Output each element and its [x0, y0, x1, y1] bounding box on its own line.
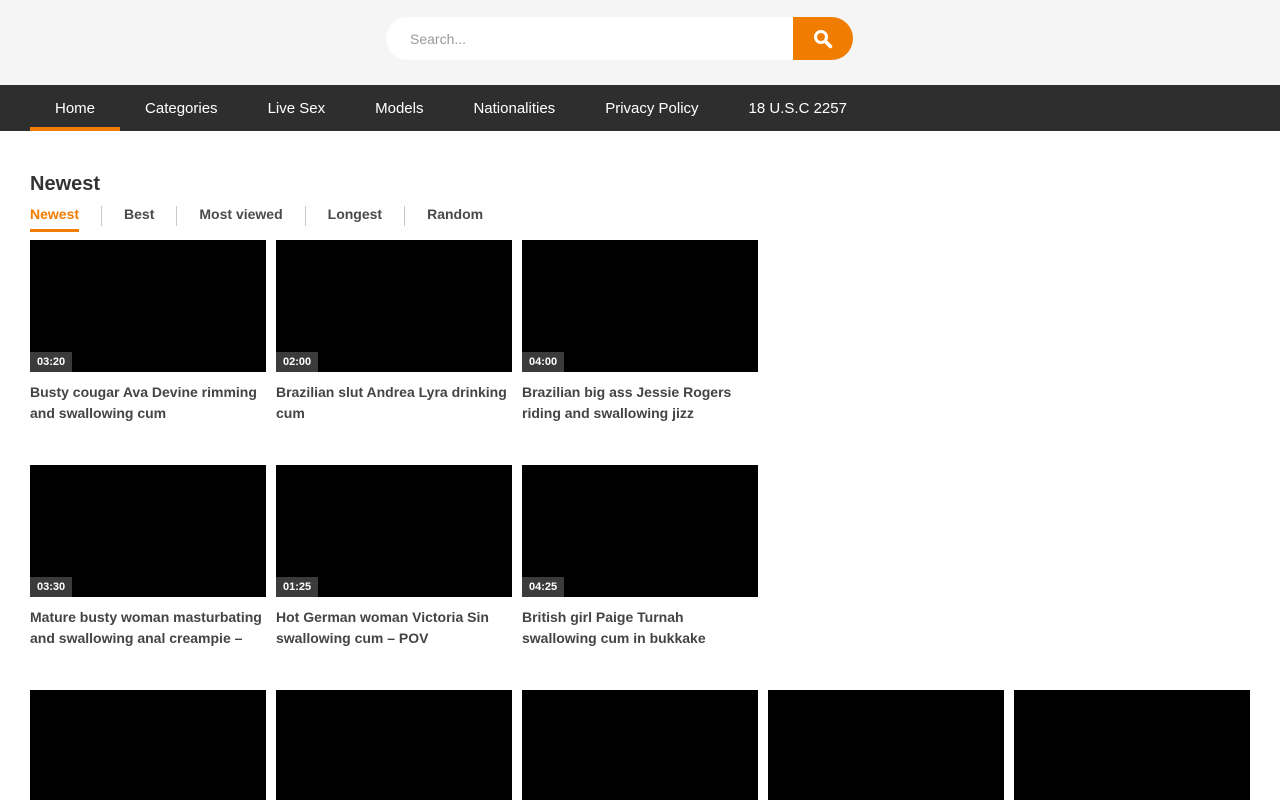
video-card: 03:20 Busty cougar Ava Devine rimming an…	[30, 240, 266, 424]
video-card	[30, 690, 266, 800]
video-row	[30, 690, 1250, 800]
video-thumbnail[interactable]: 02:00	[276, 240, 512, 372]
video-card: 01:25 Hot German woman Victoria Sin swal…	[276, 465, 512, 649]
video-title[interactable]: Busty cougar Ava Devine rimming and swal…	[30, 382, 266, 424]
video-title[interactable]: Hot German woman Victoria Sin swallowing…	[276, 607, 512, 649]
nav-item-home[interactable]: Home	[30, 85, 120, 131]
duration-badge: 04:00	[522, 352, 564, 372]
video-thumbnail[interactable]: 03:30	[30, 465, 266, 597]
search-button[interactable]	[793, 17, 853, 60]
search-bar	[386, 17, 853, 60]
video-thumbnail[interactable]: 01:25	[276, 465, 512, 597]
search-icon	[812, 28, 834, 50]
tab-random[interactable]: Random	[427, 206, 483, 232]
video-thumbnail[interactable]: 04:25	[522, 465, 758, 597]
video-thumbnail[interactable]	[30, 690, 266, 800]
sort-tabs: Newest Best Most viewed Longest Random	[30, 206, 1250, 232]
video-card: 04:25 British girl Paige Turnah swallowi…	[522, 465, 758, 649]
tab-most-viewed[interactable]: Most viewed	[199, 206, 282, 232]
video-card	[522, 690, 758, 800]
video-card: 04:00 Brazilian big ass Jessie Rogers ri…	[522, 240, 758, 424]
tab-separator	[101, 206, 102, 226]
tab-longest[interactable]: Longest	[328, 206, 382, 232]
video-thumbnail[interactable]: 04:00	[522, 240, 758, 372]
video-card: 03:30 Mature busty woman masturbating an…	[30, 465, 266, 649]
video-thumbnail[interactable]	[1014, 690, 1250, 800]
search-input[interactable]	[386, 17, 793, 60]
duration-badge: 03:20	[30, 352, 72, 372]
tab-separator	[404, 206, 405, 226]
duration-badge: 04:25	[522, 577, 564, 597]
tab-newest[interactable]: Newest	[30, 206, 79, 232]
duration-badge: 01:25	[276, 577, 318, 597]
video-card	[768, 690, 1004, 800]
nav-item-nationalities[interactable]: Nationalities	[448, 85, 580, 131]
video-thumbnail[interactable]	[276, 690, 512, 800]
video-title[interactable]: Brazilian big ass Jessie Rogers riding a…	[522, 382, 758, 424]
duration-badge: 02:00	[276, 352, 318, 372]
nav-item-2257[interactable]: 18 U.S.C 2257	[724, 85, 872, 131]
main-content: Newest Newest Best Most viewed Longest R…	[0, 173, 1280, 800]
video-thumbnail[interactable]: 03:20	[30, 240, 266, 372]
video-thumbnail[interactable]	[768, 690, 1004, 800]
nav-item-models[interactable]: Models	[350, 85, 448, 131]
tab-separator	[176, 206, 177, 226]
nav-item-privacy-policy[interactable]: Privacy Policy	[580, 85, 723, 131]
video-title[interactable]: British girl Paige Turnah swallowing cum…	[522, 607, 758, 649]
video-row: 03:20 Busty cougar Ava Devine rimming an…	[30, 240, 1250, 424]
duration-badge: 03:30	[30, 577, 72, 597]
main-nav: Home Categories Live Sex Models National…	[0, 85, 1280, 131]
tab-separator	[305, 206, 306, 226]
nav-item-categories[interactable]: Categories	[120, 85, 243, 131]
page-title: Newest	[30, 173, 1250, 196]
video-card	[1014, 690, 1250, 800]
nav-list: Home Categories Live Sex Models National…	[0, 85, 1280, 131]
video-card: 02:00 Brazilian slut Andrea Lyra drinkin…	[276, 240, 512, 424]
video-title[interactable]: Mature busty woman masturbating and swal…	[30, 607, 266, 649]
video-title[interactable]: Brazilian slut Andrea Lyra drinking cum	[276, 382, 512, 424]
video-card	[276, 690, 512, 800]
video-row: 03:30 Mature busty woman masturbating an…	[30, 465, 1250, 649]
tab-best[interactable]: Best	[124, 206, 154, 232]
video-grid: 03:20 Busty cougar Ava Devine rimming an…	[30, 240, 1250, 800]
video-thumbnail[interactable]	[522, 690, 758, 800]
nav-item-live-sex[interactable]: Live Sex	[243, 85, 351, 131]
top-header	[0, 0, 1280, 85]
